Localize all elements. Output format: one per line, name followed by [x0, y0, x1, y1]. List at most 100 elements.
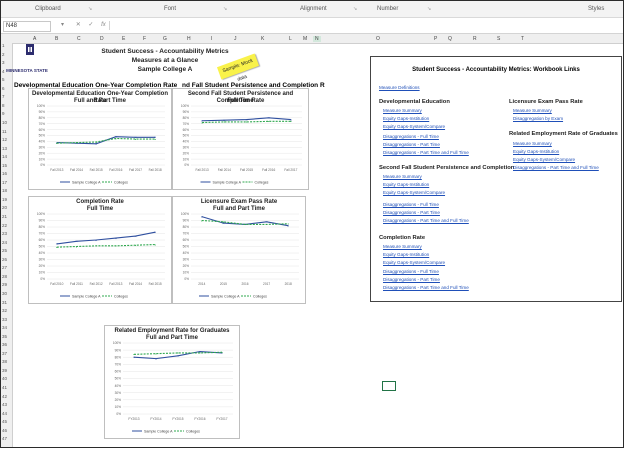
link-persist-pt-ft[interactable]: Disaggregations - Part Time and Full Tim… — [383, 218, 469, 223]
row-header[interactable]: 27 — [2, 265, 7, 270]
row-header[interactable]: 37 — [2, 351, 7, 356]
link-measure-definitions[interactable]: Measure Definitions — [379, 85, 420, 90]
row-header[interactable]: 26 — [2, 257, 7, 262]
series-line-colleges[interactable] — [56, 137, 156, 144]
link-persist-summary[interactable]: Measure Summary — [383, 174, 422, 179]
column-header[interactable]: Q — [448, 36, 452, 42]
dialog-launcher-icon[interactable]: ↘ — [223, 6, 227, 12]
link-dev-ed-full-time[interactable]: Disaggregations - Full Time — [383, 134, 439, 139]
link-dev-ed-equity-sys[interactable]: Equity Gaps-System/Compare — [383, 124, 445, 129]
row-header[interactable]: 7 — [2, 94, 5, 99]
confirm-icon[interactable]: ✓ — [88, 22, 93, 28]
row-header[interactable]: 29 — [2, 282, 7, 287]
row-header[interactable]: 23 — [2, 231, 7, 236]
row-header[interactable]: 35 — [2, 334, 7, 339]
chart-employment[interactable]: 100% 90% 80% 70% 60% 50% 40% 30% 20% 10% 0% FY2013 F… — [104, 325, 240, 439]
row-header[interactable]: 25 — [2, 248, 7, 253]
dialog-launcher-icon[interactable]: ↘ — [353, 6, 357, 12]
column-header[interactable]: I — [211, 36, 212, 42]
row-header[interactable]: 32 — [2, 308, 7, 313]
chart-dev-ed[interactable]: 100% 90% 80% 70% 60% 50% 40% 30% 20% 10% 0% Fall 20… — [28, 88, 172, 190]
row-header[interactable]: 45 — [2, 419, 7, 424]
dialog-launcher-icon[interactable]: ↘ — [88, 6, 92, 12]
ribbon-group-font[interactable]: Font — [164, 6, 176, 12]
row-header[interactable]: 16 — [2, 171, 7, 176]
ribbon-group-number[interactable]: Number — [377, 6, 398, 12]
row-header[interactable]: 40 — [2, 376, 7, 381]
row-header[interactable]: 42 — [2, 394, 7, 399]
row-header[interactable]: 12 — [2, 137, 7, 142]
column-header[interactable]: T — [521, 36, 524, 42]
row-header[interactable]: 17 — [2, 180, 7, 185]
dropdown-icon[interactable]: ▾ — [61, 22, 64, 28]
link-comp-summary[interactable]: Measure Summary — [383, 244, 422, 249]
row-header[interactable]: 21 — [2, 214, 7, 219]
ribbon-group-alignment[interactable]: Alignment — [300, 6, 327, 12]
row-header[interactable]: 22 — [2, 223, 7, 228]
row-header[interactable]: 13 — [2, 146, 7, 151]
row-header[interactable]: 2 — [2, 52, 5, 57]
row-header[interactable]: 41 — [2, 385, 7, 390]
data-point[interactable]: • — [115, 243, 117, 248]
row-header[interactable]: 39 — [2, 368, 7, 373]
row-header[interactable]: 44 — [2, 411, 7, 416]
row-header[interactable]: 6 — [2, 86, 5, 91]
formula-input[interactable] — [109, 21, 620, 30]
ribbon-group-styles[interactable]: Styles — [588, 6, 604, 12]
row-header[interactable]: 38 — [2, 359, 7, 364]
column-header[interactable]: H — [187, 36, 191, 42]
link-lic-summary[interactable]: Measure Summary — [513, 108, 552, 113]
row-header[interactable]: 18 — [2, 188, 7, 193]
link-lic-by-exam[interactable]: Disaggregation by Exam — [513, 116, 563, 121]
row-header[interactable]: 3 — [2, 60, 5, 65]
row-header[interactable]: 47 — [2, 436, 7, 441]
ribbon-group-clipboard[interactable]: Clipboard — [35, 6, 61, 12]
row-header[interactable]: 11 — [2, 129, 7, 134]
row-header[interactable]: 20 — [2, 205, 7, 210]
data-point[interactable]: • — [154, 242, 156, 247]
series-line-colleges[interactable] — [56, 244, 156, 248]
link-comp-pt-ft[interactable]: Disaggregations - Part Time and Full Tim… — [383, 285, 469, 290]
column-header[interactable]: L — [289, 36, 292, 42]
column-header[interactable]: N — [313, 36, 321, 42]
column-header[interactable]: C — [77, 36, 81, 42]
link-dev-ed-equity-inst[interactable]: Equity Gaps-Institution — [383, 116, 429, 121]
link-comp-full-time[interactable]: Disaggregations - Full Time — [383, 269, 439, 274]
column-header[interactable]: K — [261, 36, 264, 42]
row-header[interactable]: 10 — [2, 120, 7, 125]
row-header[interactable]: 43 — [2, 402, 7, 407]
column-header[interactable]: E — [122, 36, 125, 42]
column-header[interactable]: G — [163, 36, 167, 42]
cancel-icon[interactable]: ✕ — [76, 22, 81, 28]
column-header[interactable]: P — [434, 36, 437, 42]
row-header[interactable]: 9 — [2, 111, 5, 116]
column-header[interactable]: S — [497, 36, 500, 42]
row-header[interactable]: 1 — [2, 43, 5, 48]
link-emp-equity-sys[interactable]: Equity Gaps-System/Compare — [513, 157, 575, 162]
row-header[interactable]: 34 — [2, 325, 7, 330]
fx-icon[interactable]: fx — [101, 22, 106, 28]
row-header[interactable]: 15 — [2, 163, 7, 168]
chart-completion[interactable]: 100% 90% 80% 70% 60% 50% 40% 30% 20% 10% 0% Fall 20… — [28, 196, 172, 304]
link-persist-part-time[interactable]: Disaggregations - Part Time — [383, 210, 440, 215]
selected-cell[interactable] — [382, 381, 396, 391]
column-header[interactable]: J — [234, 36, 237, 42]
column-header[interactable]: M — [303, 36, 307, 42]
row-header[interactable]: 19 — [2, 197, 7, 202]
column-header[interactable]: O — [376, 36, 380, 42]
row-header[interactable]: 8 — [2, 103, 5, 108]
link-comp-equity-inst[interactable]: Equity Gaps-Institution — [383, 252, 429, 257]
row-header[interactable]: 5 — [2, 77, 5, 82]
name-box[interactable]: N48 — [3, 21, 51, 32]
row-header[interactable]: 28 — [2, 274, 7, 279]
column-header[interactable]: F — [143, 36, 146, 42]
column-header[interactable]: A — [33, 36, 36, 42]
link-persist-equity-sys[interactable]: Equity Gaps-System/Compare — [383, 190, 445, 195]
column-header[interactable]: B — [55, 36, 58, 42]
row-header[interactable]: 36 — [2, 342, 7, 347]
row-header[interactable]: 31 — [2, 300, 7, 305]
link-comp-part-time[interactable]: Disaggregations - Part Time — [383, 277, 440, 282]
chart-persistence[interactable]: 100% 90% 80% 70% 60% 50% 40% 30% 20% 10% 0% Fall 20… — [172, 88, 309, 190]
dialog-launcher-icon[interactable]: ↘ — [427, 6, 431, 12]
series-line-college[interactable] — [56, 231, 156, 245]
